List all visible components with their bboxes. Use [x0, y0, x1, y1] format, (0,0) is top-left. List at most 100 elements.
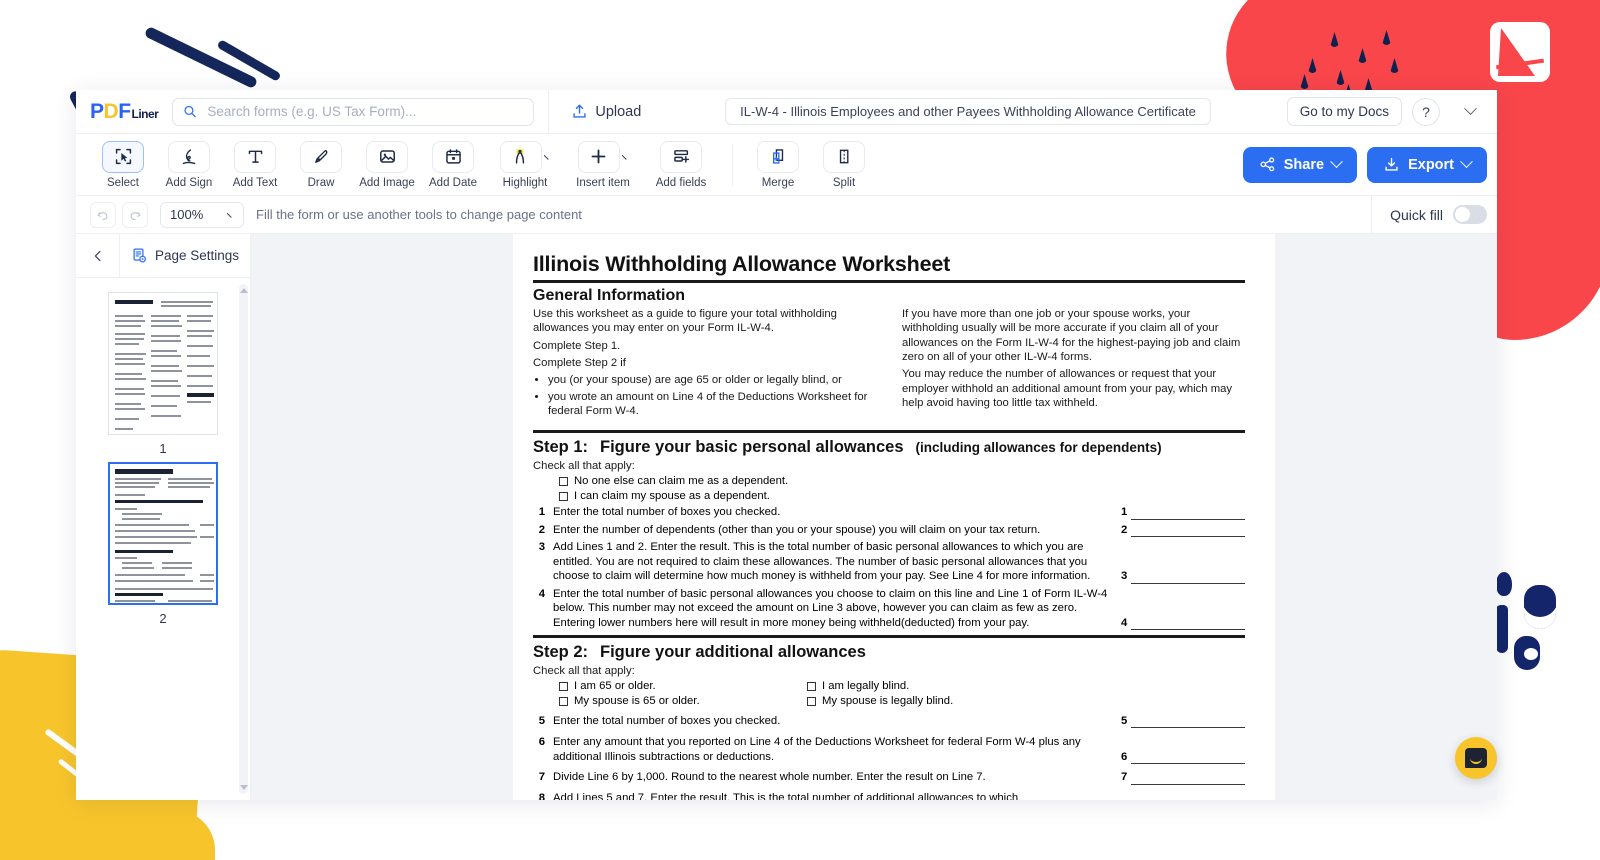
answer-input-line[interactable] — [1131, 716, 1245, 729]
gi-bullet: you (or your spouse) are age 65 or older… — [548, 373, 876, 387]
tool-merge[interactable]: Merge — [745, 140, 811, 189]
search-input[interactable] — [205, 103, 524, 120]
gi-paragraph: You may reduce the number of allowances … — [902, 368, 1233, 410]
export-button[interactable]: Export — [1367, 146, 1487, 183]
page-number-label: 2 — [159, 611, 167, 626]
answer-input-line[interactable] — [1131, 508, 1245, 520]
chevron-down-icon — [1330, 155, 1343, 169]
scroll-up-icon[interactable] — [240, 286, 248, 293]
answer-input-line[interactable] — [1131, 752, 1245, 765]
pages-sidebar: Page Settings 1 2 — [76, 233, 251, 800]
page-thumbnail-list[interactable]: 1 2 — [76, 278, 250, 800]
line-answer[interactable]: 7 — [1121, 770, 1245, 785]
checkbox[interactable] — [559, 492, 568, 502]
share-button[interactable]: Share — [1242, 146, 1358, 183]
tool-add-sign-label: Add Sign — [165, 176, 213, 189]
step2-label: Step 2: — [533, 643, 589, 662]
document-title[interactable]: IL-W-4 - Illinois Employees and other Pa… — [725, 98, 1211, 125]
checkbox[interactable] — [559, 697, 568, 707]
answer-number: 3 — [1121, 570, 1128, 583]
chevron-down-icon — [1460, 155, 1473, 169]
tool-draw[interactable]: Draw — [288, 140, 354, 189]
form-line: 2 Enter the number of dependents (other … — [533, 523, 1245, 538]
tool-add-image[interactable]: Add Image — [354, 140, 420, 189]
gi-paragraph: If you have more than one job or your sp… — [902, 308, 1241, 364]
page-thumbnail-item[interactable]: 1 — [76, 292, 250, 456]
pdf-page[interactable]: Illinois Withholding Allowance Worksheet… — [513, 234, 1275, 800]
line-number: 7 — [538, 771, 545, 784]
step2-checkbox-left[interactable]: I am 65 or older. — [559, 680, 807, 692]
answer-input-line[interactable] — [1131, 618, 1245, 631]
line-text: Enter the total number of basic personal… — [553, 587, 1108, 629]
logo-letter-p: P — [90, 99, 104, 123]
line-text: Enter any amount that you reported on Li… — [553, 736, 1081, 763]
redo-button[interactable] — [122, 201, 148, 228]
line-text: Enter the total number of boxes you chec… — [553, 715, 781, 728]
undo-button[interactable] — [90, 201, 116, 228]
line-answer[interactable]: 1 — [1121, 505, 1245, 520]
pdf-logo-mark — [1490, 22, 1550, 82]
upload-button[interactable]: Upload — [563, 98, 649, 125]
form-title-rule — [533, 280, 1245, 283]
answer-input-line[interactable] — [1131, 572, 1245, 584]
quick-fill-area: Quick fill — [1371, 195, 1487, 234]
checkbox[interactable] — [807, 697, 816, 707]
page-thumbnail-1[interactable] — [108, 292, 218, 435]
document-canvas[interactable]: Illinois Withholding Allowance Worksheet… — [251, 234, 1497, 800]
sidebar-scrollbar[interactable] — [239, 284, 248, 794]
tool-add-date[interactable]: Add Date — [420, 140, 486, 189]
export-download-icon — [1385, 157, 1398, 171]
pdfliner-logo[interactable]: P D F Liner — [90, 99, 159, 124]
step2-checkbox-row: My spouse is 65 or older. My spouse is l… — [533, 692, 1245, 707]
go-to-my-docs-button[interactable]: Go to my Docs — [1286, 97, 1402, 126]
step2-checkbox-row: I am 65 or older. I am legally blind. — [533, 677, 1245, 692]
step1-divider — [533, 430, 1245, 434]
collapse-sidebar-button[interactable] — [76, 233, 120, 278]
line-text: Divide Line 6 by 1,000. Round to the nea… — [553, 771, 986, 784]
tool-insert-item[interactable]: Insert item — [564, 140, 642, 189]
line-answer[interactable]: 3 — [1121, 569, 1245, 584]
line-answer[interactable]: 5 — [1121, 714, 1245, 729]
zoom-toolbar: 100% Fill the form or use another tools … — [76, 195, 1497, 234]
line-text: Enter the number of dependents (other th… — [553, 523, 1041, 536]
tool-draw-label: Draw — [307, 176, 335, 189]
tool-add-text-label: Add Text — [232, 176, 278, 189]
cursor-select-icon — [115, 148, 131, 165]
chat-bubble-icon — [1465, 748, 1487, 768]
answer-input-line[interactable] — [1131, 525, 1245, 538]
search-box[interactable] — [172, 97, 535, 126]
tool-add-fields[interactable]: Add fields — [642, 140, 720, 189]
help-button[interactable]: ? — [1412, 97, 1440, 126]
checkbox[interactable] — [559, 682, 568, 692]
zoom-level-select[interactable]: 100% — [160, 201, 244, 228]
step1-checkbox-row[interactable]: No one else can claim me as a dependent. — [559, 475, 1245, 487]
chevron-down-icon[interactable] — [543, 150, 552, 160]
step2-checkbox-left[interactable]: My spouse is 65 or older. — [559, 695, 807, 707]
answer-input-line[interactable] — [1131, 773, 1245, 785]
chat-support-button[interactable] — [1455, 737, 1497, 779]
line-answer[interactable]: 2 — [1121, 523, 1245, 538]
tool-add-text[interactable]: Add Text — [222, 140, 288, 189]
chevron-down-icon — [1464, 101, 1477, 115]
tool-select[interactable]: Select — [90, 140, 156, 189]
step1-checkbox-row[interactable]: I can claim my spouse as a dependent. — [559, 490, 1245, 502]
scroll-down-icon[interactable] — [240, 785, 248, 792]
tool-split[interactable]: Split — [811, 140, 877, 189]
page-thumbnail-2[interactable] — [108, 462, 218, 605]
quick-fill-toggle[interactable] — [1453, 205, 1487, 224]
page-settings-button[interactable]: Page Settings — [120, 247, 250, 264]
tool-highlight[interactable]: Highlight — [486, 140, 564, 189]
step2-checkbox-right[interactable]: My spouse is legally blind. — [807, 695, 953, 707]
undo-icon — [97, 211, 108, 220]
account-menu-button[interactable] — [1454, 101, 1487, 121]
answer-number: 6 — [1121, 750, 1128, 763]
checkbox[interactable] — [807, 682, 816, 692]
step2-checkbox-right[interactable]: I am legally blind. — [807, 680, 909, 692]
highlighter-icon — [515, 149, 525, 164]
line-answer[interactable]: 6 — [1121, 750, 1245, 765]
page-thumbnail-item[interactable]: 2 — [76, 462, 250, 626]
tool-add-sign[interactable]: Add Sign — [156, 140, 222, 189]
chevron-down-icon[interactable] — [621, 150, 630, 160]
line-answer[interactable]: 4 — [1121, 616, 1245, 631]
checkbox[interactable] — [559, 477, 568, 487]
